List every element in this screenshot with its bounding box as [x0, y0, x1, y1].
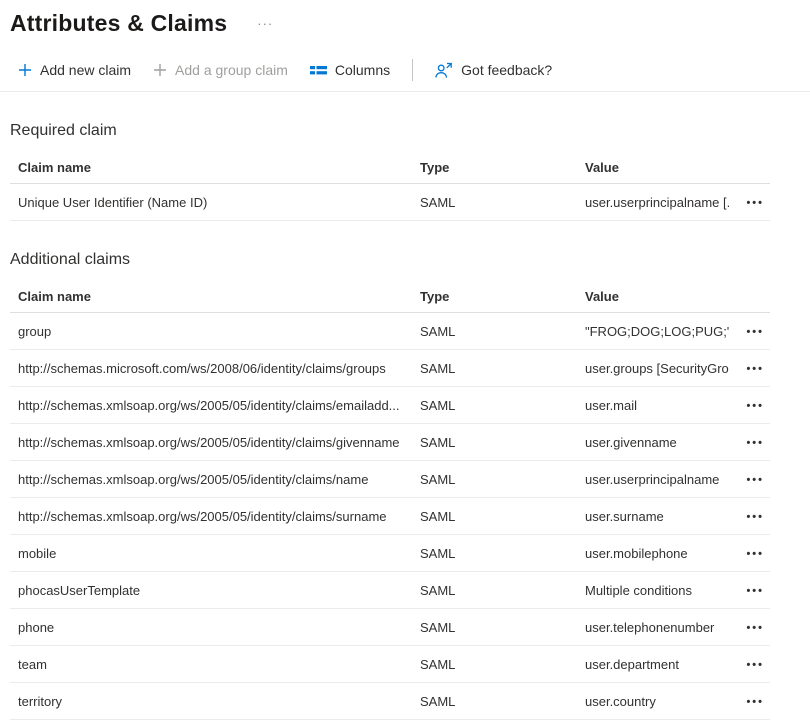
row-menu-button[interactable]: ••• [744, 196, 766, 211]
page-header: Attributes & Claims ··· [0, 0, 810, 37]
page-title: Attributes & Claims [10, 10, 227, 37]
claim-value-cell: user.userprincipalname [577, 461, 729, 498]
add-group-claim-button[interactable]: Add a group claim [153, 62, 288, 78]
columns-button[interactable]: Columns [310, 62, 390, 78]
claim-type-cell: SAML [412, 683, 577, 720]
row-menu-button[interactable]: ••• [744, 473, 766, 488]
claim-value-cell: user.userprincipalname [... [577, 184, 729, 221]
claim-name-cell[interactable]: group [10, 313, 412, 350]
table-row[interactable]: phone SAML user.telephonenumber ••• [10, 609, 770, 646]
claim-name-cell[interactable]: http://schemas.xmlsoap.org/ws/2005/05/id… [10, 461, 412, 498]
row-menu-button[interactable]: ••• [744, 621, 766, 636]
table-row[interactable]: group SAML "FROG;DOG;LOG;PUG;" ••• [10, 313, 770, 350]
claim-name-cell[interactable]: phone [10, 609, 412, 646]
column-header-menu [729, 281, 770, 313]
plus-icon [18, 63, 32, 77]
column-header-claim-name: Claim name [10, 281, 412, 313]
claim-type-cell: SAML [412, 572, 577, 609]
add-new-claim-button[interactable]: Add new claim [18, 62, 131, 78]
claim-value-cell: "FROG;DOG;LOG;PUG;" [577, 313, 729, 350]
table-row[interactable]: http://schemas.microsoft.com/ws/2008/06/… [10, 350, 770, 387]
claim-name-cell[interactable]: territory [10, 683, 412, 720]
table-row[interactable]: mobile SAML user.mobilephone ••• [10, 535, 770, 572]
plus-icon [153, 63, 167, 77]
claim-name-cell[interactable]: team [10, 646, 412, 683]
table-row[interactable]: team SAML user.department ••• [10, 646, 770, 683]
table-header-row: Claim name Type Value [10, 281, 770, 313]
claim-value-cell: user.groups [SecurityGro... [577, 350, 729, 387]
claim-name-cell[interactable]: http://schemas.xmlsoap.org/ws/2005/05/id… [10, 387, 412, 424]
claim-name-cell[interactable]: http://schemas.microsoft.com/ws/2008/06/… [10, 350, 412, 387]
additional-claims-table: Claim name Type Value group SAML "FROG;D… [10, 281, 770, 720]
claim-type-cell: SAML [412, 461, 577, 498]
got-feedback-label: Got feedback? [461, 62, 552, 78]
claim-type-cell: SAML [412, 498, 577, 535]
title-context-menu-button[interactable]: ··· [257, 17, 273, 30]
table-row[interactable]: http://schemas.xmlsoap.org/ws/2005/05/id… [10, 498, 770, 535]
row-menu-button[interactable]: ••• [744, 547, 766, 562]
claim-value-cell: Multiple conditions [577, 572, 729, 609]
required-claim-table: Claim name Type Value Unique User Identi… [10, 152, 770, 221]
claim-value-cell: user.mail [577, 387, 729, 424]
table-row[interactable]: territory SAML user.country ••• [10, 683, 770, 720]
claim-value-cell: user.country [577, 683, 729, 720]
table-row[interactable]: phocasUserTemplate SAML Multiple conditi… [10, 572, 770, 609]
claim-name-cell[interactable]: http://schemas.xmlsoap.org/ws/2005/05/id… [10, 424, 412, 461]
claim-name-cell[interactable]: mobile [10, 535, 412, 572]
claim-type-cell: SAML [412, 184, 577, 221]
column-header-type: Type [412, 281, 577, 313]
column-header-claim-name: Claim name [10, 152, 412, 184]
claim-name-cell[interactable]: phocasUserTemplate [10, 572, 412, 609]
claim-type-cell: SAML [412, 646, 577, 683]
row-menu-button[interactable]: ••• [744, 325, 766, 340]
row-menu-button[interactable]: ••• [744, 362, 766, 377]
column-header-value: Value [577, 281, 729, 313]
column-header-menu [729, 152, 770, 184]
required-claim-section: Required claim Claim name Type Value Uni… [10, 122, 770, 221]
row-menu-button[interactable]: ••• [744, 399, 766, 414]
claim-name-cell[interactable]: Unique User Identifier (Name ID) [10, 184, 412, 221]
attributes-claims-page: Attributes & Claims ··· Add new claim Ad… [0, 0, 810, 720]
column-header-value: Value [577, 152, 729, 184]
row-menu-button[interactable]: ••• [744, 436, 766, 451]
add-new-claim-label: Add new claim [40, 62, 131, 78]
row-menu-button[interactable]: ••• [744, 584, 766, 599]
claim-type-cell: SAML [412, 535, 577, 572]
table-row[interactable]: http://schemas.xmlsoap.org/ws/2005/05/id… [10, 461, 770, 498]
table-row[interactable]: Unique User Identifier (Name ID) SAML us… [10, 184, 770, 221]
additional-claims-heading: Additional claims [10, 251, 770, 269]
claim-value-cell: user.telephonenumber [577, 609, 729, 646]
claim-value-cell: user.surname [577, 498, 729, 535]
row-menu-button[interactable]: ••• [744, 658, 766, 673]
claim-value-cell: user.department [577, 646, 729, 683]
ellipsis-horizontal-icon: ··· [257, 16, 273, 31]
table-row[interactable]: http://schemas.xmlsoap.org/ws/2005/05/id… [10, 424, 770, 461]
claim-type-cell: SAML [412, 387, 577, 424]
table-row[interactable]: http://schemas.xmlsoap.org/ws/2005/05/id… [10, 387, 770, 424]
command-bar: Add new claim Add a group claim Columns [0, 59, 810, 92]
columns-icon [310, 63, 327, 77]
claim-type-cell: SAML [412, 424, 577, 461]
table-header-row: Claim name Type Value [10, 152, 770, 184]
claim-type-cell: SAML [412, 313, 577, 350]
claim-value-cell: user.mobilephone [577, 535, 729, 572]
claim-type-cell: SAML [412, 350, 577, 387]
claim-value-cell: user.givenname [577, 424, 729, 461]
toolbar-divider [412, 59, 413, 81]
add-group-claim-label: Add a group claim [175, 62, 288, 78]
required-claim-heading: Required claim [10, 122, 770, 140]
row-menu-button[interactable]: ••• [744, 510, 766, 525]
got-feedback-button[interactable]: Got feedback? [435, 62, 552, 79]
claim-type-cell: SAML [412, 609, 577, 646]
additional-claims-section: Additional claims Claim name Type Value … [10, 251, 770, 720]
columns-label: Columns [335, 62, 390, 78]
claim-name-cell[interactable]: http://schemas.xmlsoap.org/ws/2005/05/id… [10, 498, 412, 535]
row-menu-button[interactable]: ••• [744, 695, 766, 710]
column-header-type: Type [412, 152, 577, 184]
feedback-person-icon [435, 62, 453, 79]
